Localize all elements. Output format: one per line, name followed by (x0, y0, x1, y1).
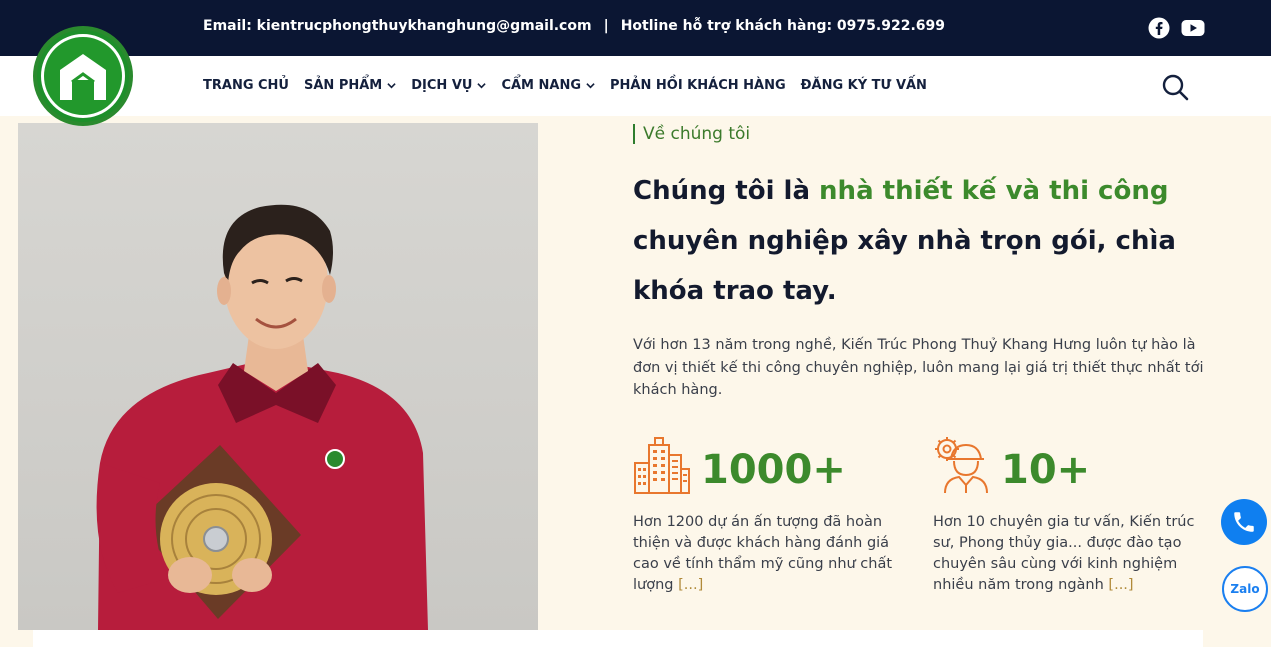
search-icon (1162, 74, 1189, 101)
menu-label: PHẢN HỒI KHÁCH HÀNG (610, 78, 786, 93)
heading-prefix: Chúng tôi là (633, 176, 820, 206)
stat-description: Hơn 10 chuyên gia tư vấn, Kiến trúc sư, … (933, 512, 1208, 596)
stat-description: Hơn 1200 dự án ấn tượng đã hoàn thiện và… (633, 512, 908, 596)
site-logo[interactable] (33, 26, 133, 126)
top-bar: Email: kientrucphongthuykhanghung@gmail.… (0, 0, 1271, 56)
search-button[interactable] (1160, 72, 1190, 102)
hotline-link[interactable]: Hotline hỗ trợ khách hàng: 0975.922.699 (621, 18, 945, 34)
founder-photo (18, 123, 538, 630)
logo-emblem (41, 34, 125, 118)
chevron-down-icon (387, 81, 396, 90)
stat-text: Hơn 10 chuyên gia tư vấn, Kiến trúc sư, … (933, 514, 1195, 593)
menu-item-home[interactable]: TRANG CHỦ (203, 78, 289, 93)
social-links (1147, 16, 1205, 40)
menu-item-feedback[interactable]: PHẢN HỒI KHÁCH HÀNG (610, 78, 786, 93)
zalo-button[interactable]: Zalo (1222, 566, 1268, 612)
menu-item-register[interactable]: ĐĂNG KÝ TƯ VẤN (801, 78, 927, 93)
youtube-icon[interactable] (1181, 16, 1205, 40)
phone-icon (1234, 512, 1254, 532)
call-button[interactable] (1221, 499, 1267, 545)
menu-label: ĐĂNG KÝ TƯ VẤN (800, 78, 927, 93)
stat-text: Hơn 1200 dự án ấn tượng đã hoàn thiện và… (633, 514, 893, 593)
chevron-down-icon (477, 81, 487, 90)
stat-number: 1000+ (701, 447, 846, 493)
zalo-label: Zalo (1230, 582, 1260, 596)
email-link[interactable]: Email: kientrucphongthuykhanghung@gmail.… (203, 18, 592, 34)
engineer-icon (933, 435, 991, 499)
separator: | (603, 18, 609, 34)
facebook-icon[interactable] (1147, 16, 1171, 40)
read-more-link[interactable]: [...] (678, 577, 703, 593)
next-section-edge (33, 630, 1203, 647)
read-more-link[interactable]: [...] (1108, 577, 1133, 593)
heading-highlight: nhà thiết kế và thi công (819, 176, 1169, 206)
stat-header: 1000+ (633, 436, 913, 498)
buildings-icon (633, 435, 691, 499)
stat-projects: 1000+ Hơn 1200 dự án ấn tượng đã hoàn th… (633, 436, 913, 596)
stat-number: 10+ (1001, 447, 1091, 493)
main-navbar: TRANG CHỦ SẢN PHẨM DỊCH VỤ CẨM NANG PHẢN… (0, 56, 1271, 116)
section-heading: Chúng tôi là nhà thiết kế và thi công ch… (633, 166, 1223, 316)
man-with-compass-image (96, 204, 428, 630)
heading-suffix: chuyên nghiệp xây nhà trọn gói, chìa khó… (633, 226, 1176, 306)
contact-info: Email: kientrucphongthuykhanghung@gmail.… (203, 18, 945, 34)
section-eyebrow: Về chúng tôi (633, 124, 750, 144)
menu-item-products[interactable]: SẢN PHẨM (304, 78, 396, 93)
stat-header: 10+ (933, 436, 1213, 498)
menu-label: TRANG CHỦ (203, 78, 289, 93)
main-menu: TRANG CHỦ SẢN PHẨM DỊCH VỤ CẨM NANG PHẢN… (203, 78, 927, 93)
stat-experts: 10+ Hơn 10 chuyên gia tư vấn, Kiến trúc … (933, 436, 1213, 596)
chevron-down-icon (586, 81, 595, 90)
menu-item-handbook[interactable]: CẨM NANG (501, 78, 595, 93)
intro-paragraph: Với hơn 13 năm trong nghề, Kiến Trúc Pho… (633, 337, 1204, 398)
menu-item-services[interactable]: DỊCH VỤ (411, 78, 487, 93)
menu-label: CẨM NANG (501, 78, 582, 93)
menu-label: DỊCH VỤ (411, 78, 473, 93)
house-logo-icon (60, 54, 106, 100)
menu-label: SẢN PHẨM (304, 78, 383, 93)
